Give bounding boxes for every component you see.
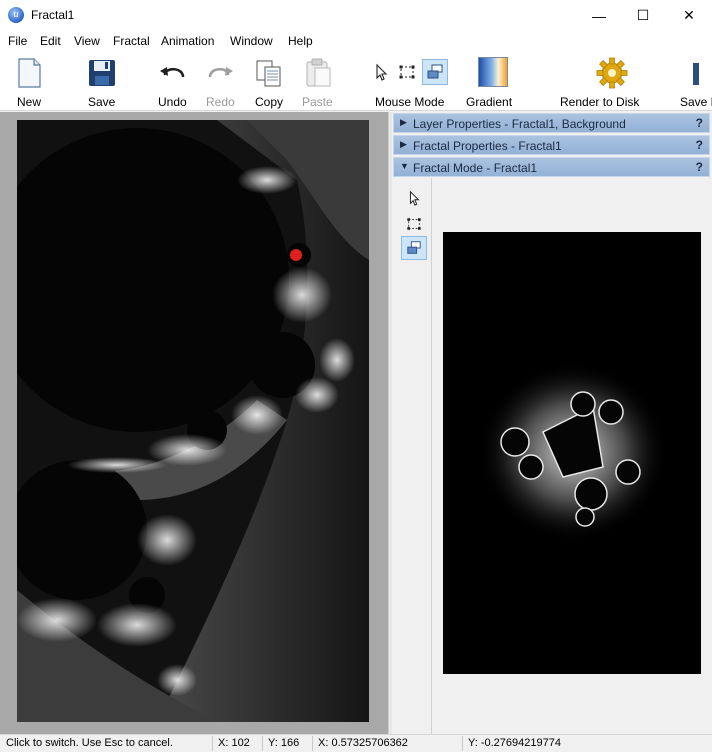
menu-help[interactable]: Help <box>288 34 313 48</box>
minimize-button[interactable]: — <box>576 0 622 31</box>
mode-tool-strip <box>393 178 432 734</box>
copy-label: Copy <box>255 95 284 109</box>
gradient-button[interactable]: Gradient <box>464 51 514 111</box>
copy-icon <box>253 57 285 89</box>
save-button[interactable]: Save <box>82 51 122 111</box>
menu-fractal[interactable]: Fractal <box>113 34 150 48</box>
save-partial-icon <box>693 57 712 89</box>
paste-button[interactable]: Paste <box>300 51 336 111</box>
redo-arrow-icon <box>204 57 236 89</box>
save-label: Save <box>88 95 116 109</box>
help-icon[interactable]: ? <box>696 116 703 130</box>
pointer-icon[interactable] <box>372 63 390 81</box>
menu-bar: File Edit View Fractal Animation Window … <box>0 31 712 51</box>
redo-label: Redo <box>206 95 235 109</box>
layer-properties-header[interactable]: ▶ Layer Properties - Fractal1, Backgroun… <box>393 113 710 133</box>
maximize-button[interactable]: ☐ <box>620 0 666 31</box>
status-divider <box>212 736 213 751</box>
location-marker <box>290 249 302 261</box>
new-document-icon <box>13 57 45 89</box>
gradient-label: Gradient <box>466 95 513 109</box>
gradient-icon <box>477 57 510 89</box>
menu-file[interactable]: File <box>8 34 27 48</box>
app-logo-icon: u <box>8 7 24 23</box>
new-button[interactable]: New <box>8 51 50 111</box>
layer-properties-title: Layer Properties - Fractal1, Background <box>413 117 626 131</box>
gear-icon <box>596 57 628 89</box>
render-to-disk-label: Render to Disk <box>560 95 640 109</box>
mouse-mode-label: Mouse Mode <box>375 95 445 109</box>
render-to-disk-button[interactable]: Render to Disk <box>558 51 640 111</box>
move-view-icon <box>407 241 421 254</box>
save-partial-label: Save F <box>680 95 712 109</box>
status-x-coord: X: 0.57325706362 <box>318 737 408 749</box>
undo-label: Undo <box>158 95 187 109</box>
status-divider <box>262 736 263 751</box>
save-partial-button[interactable]: Save F <box>676 51 712 111</box>
menu-edit[interactable]: Edit <box>40 34 61 48</box>
status-divider <box>312 736 313 751</box>
collapse-arrow-icon: ▼ <box>400 161 409 171</box>
menu-view[interactable]: View <box>74 34 100 48</box>
mouse-mode-group: Mouse Mode <box>372 51 450 111</box>
fractal-properties-header[interactable]: ▶ Fractal Properties - Fractal1 ? <box>393 135 710 155</box>
menu-window[interactable]: Window <box>230 34 273 48</box>
help-icon[interactable]: ? <box>696 160 703 174</box>
status-hint: Click to switch. Use Esc to cancel. <box>6 737 173 749</box>
redo-button[interactable]: Redo <box>202 51 238 111</box>
move-view-mode-button[interactable] <box>401 236 427 260</box>
julia-preview[interactable] <box>443 232 701 674</box>
paste-icon <box>302 57 334 89</box>
selection-box-icon[interactable] <box>398 63 416 81</box>
fractal-canvas-pane <box>0 112 388 734</box>
status-y-pixel: Y: 166 <box>268 737 300 749</box>
undo-arrow-icon <box>157 57 189 89</box>
close-button[interactable]: ✕ <box>666 0 712 31</box>
fractal-image <box>17 120 369 722</box>
pointer-icon <box>409 190 420 206</box>
status-x-pixel: X: 102 <box>218 737 250 749</box>
status-bar: Click to switch. Use Esc to cancel. X: 1… <box>0 734 712 752</box>
title-bar: u Fractal1 — ☐ ✕ <box>0 0 712 31</box>
julia-preview-image <box>443 232 701 674</box>
paste-label: Paste <box>302 95 333 109</box>
fractal-mode-header[interactable]: ▼ Fractal Mode - Fractal1 ? <box>393 157 710 177</box>
toolbar: New Save Undo Redo Copy Paste Mouse Mode… <box>0 51 712 111</box>
expand-arrow-icon: ▶ <box>400 139 407 149</box>
new-label: New <box>17 95 42 109</box>
copy-button[interactable]: Copy <box>252 51 286 111</box>
fractal-mode-title: Fractal Mode - Fractal1 <box>413 161 538 175</box>
status-divider <box>462 736 463 751</box>
selection-box-icon <box>407 218 421 230</box>
fractal-canvas[interactable] <box>17 120 369 722</box>
expand-arrow-icon: ▶ <box>400 117 407 127</box>
window-title: Fractal1 <box>31 8 75 22</box>
undo-button[interactable]: Undo <box>154 51 192 111</box>
move-view-icon[interactable] <box>422 59 448 85</box>
floppy-disk-icon <box>86 57 118 89</box>
selection-mode-button[interactable] <box>401 212 427 236</box>
status-y-coord: Y: -0.27694219774 <box>468 737 561 749</box>
side-panel: ▶ Layer Properties - Fractal1, Backgroun… <box>392 112 712 734</box>
menu-animation[interactable]: Animation <box>161 34 214 48</box>
fractal-properties-title: Fractal Properties - Fractal1 <box>413 139 562 153</box>
pointer-mode-button[interactable] <box>401 186 427 210</box>
help-icon[interactable]: ? <box>696 138 703 152</box>
